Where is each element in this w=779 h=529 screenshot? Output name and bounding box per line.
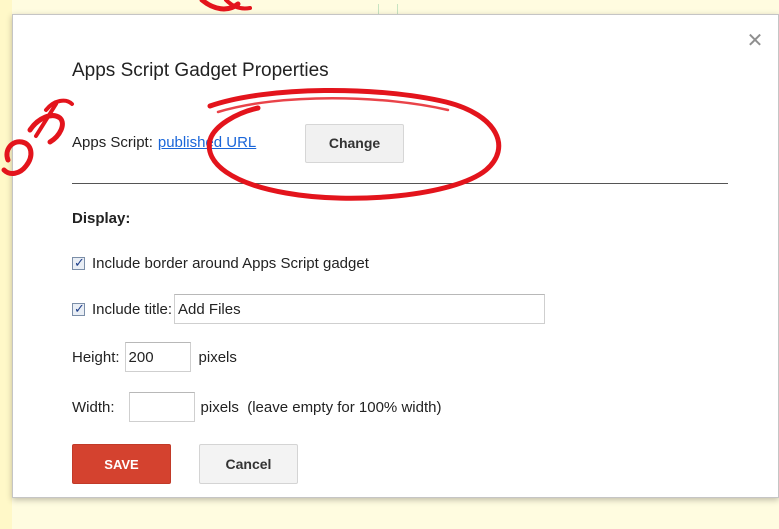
title-input[interactable] xyxy=(174,294,546,324)
include-border-label: Include border around Apps Script gadget xyxy=(92,254,369,272)
cancel-button[interactable]: Cancel xyxy=(199,444,298,484)
height-row: Height: pixels xyxy=(72,342,237,372)
include-border-checkbox[interactable]: ✓ xyxy=(72,254,85,270)
include-title-label: Include title: xyxy=(92,300,173,318)
width-input[interactable] xyxy=(128,392,195,422)
height-input[interactable] xyxy=(124,342,191,372)
section-divider xyxy=(72,183,728,184)
apps-script-row: Apps Script: published URL xyxy=(72,134,256,151)
close-icon[interactable]: ✕ xyxy=(744,30,766,52)
published-url-link[interactable]: published URL xyxy=(158,134,256,151)
width-unit-label: pixels (leave empty for 100% width) xyxy=(200,398,442,416)
dialog-title: Apps Script Gadget Properties xyxy=(72,60,329,81)
include-title-checkbox[interactable]: ✓ xyxy=(72,300,85,316)
height-label: Height: xyxy=(72,348,120,366)
background-mark xyxy=(378,4,398,14)
include-border-row: ✓ Include border around Apps Script gadg… xyxy=(72,252,369,274)
include-title-row: ✓ Include title: xyxy=(72,294,546,324)
width-label: Width: xyxy=(72,398,115,416)
checkmark-icon: ✓ xyxy=(74,254,85,270)
checkmark-icon: ✓ xyxy=(74,300,85,316)
width-row: Width: pixels (leave empty for 100% widt… xyxy=(72,392,441,422)
change-button[interactable]: Change xyxy=(305,124,404,163)
save-button[interactable]: SAVE xyxy=(72,444,171,484)
apps-script-label: Apps Script: xyxy=(72,134,153,151)
height-unit-label: pixels xyxy=(198,348,237,366)
display-section-label: Display: xyxy=(72,210,131,227)
background-strip xyxy=(0,0,12,529)
